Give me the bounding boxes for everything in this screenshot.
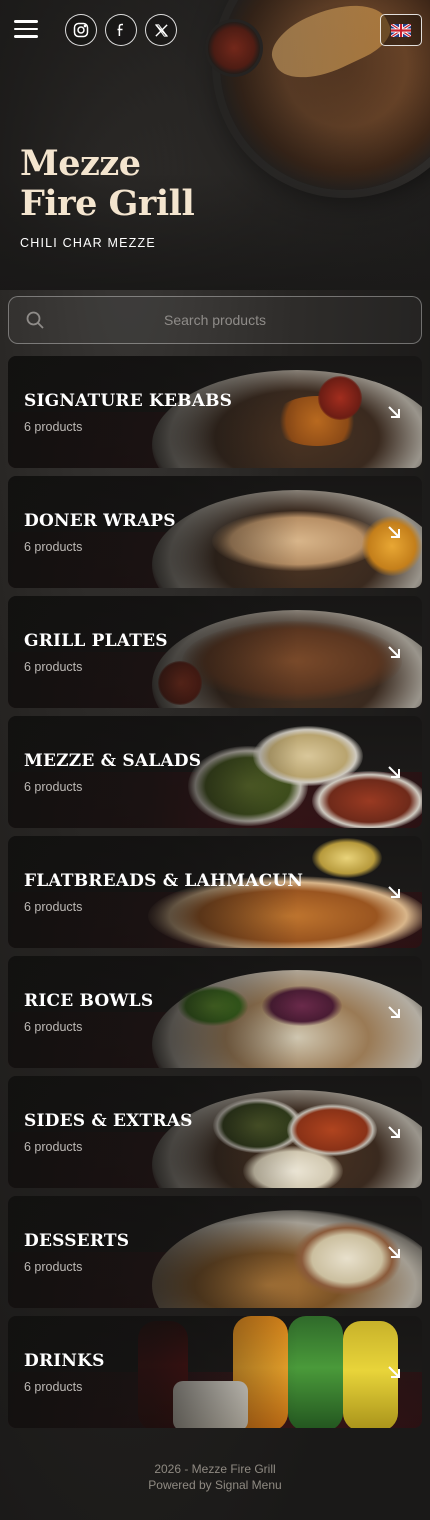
- category-title: DESSERTS: [24, 1231, 130, 1251]
- arrow-down-right-icon: [388, 1006, 400, 1018]
- arrow-down-right-icon: [388, 1366, 400, 1378]
- category-count: 6 products: [24, 1380, 83, 1394]
- category-card-rice-bowls[interactable]: RICE BOWLS 6 products: [8, 956, 422, 1068]
- category-list: SIGNATURE KEBABS 6 products DONER WRAPS …: [8, 356, 422, 1436]
- category-title: DONER WRAPS: [24, 511, 176, 531]
- category-title: MEZZE & SALADS: [24, 751, 202, 771]
- category-count: 6 products: [24, 780, 83, 794]
- facebook-icon[interactable]: [105, 14, 137, 46]
- x-twitter-icon[interactable]: [145, 14, 177, 46]
- category-card-mezze-salads[interactable]: MEZZE & SALADS 6 products: [8, 716, 422, 828]
- restaurant-name: Mezze Fire Grill: [20, 144, 280, 224]
- arrow-down-right-icon: [388, 1126, 400, 1138]
- category-title: SIGNATURE KEBABS: [24, 391, 233, 411]
- category-card-desserts[interactable]: DESSERTS 6 products: [8, 1196, 422, 1308]
- top-bar: [0, 0, 430, 62]
- language-selector[interactable]: [380, 14, 422, 46]
- search-box: [8, 296, 422, 344]
- category-count: 6 products: [24, 1020, 83, 1034]
- category-card-signature-kebabs[interactable]: SIGNATURE KEBABS 6 products: [8, 356, 422, 468]
- category-title: DRINKS: [24, 1351, 105, 1371]
- category-card-grill-plates[interactable]: GRILL PLATES 6 products: [8, 596, 422, 708]
- arrow-down-right-icon: [388, 526, 400, 538]
- footer-copyright: 2026 - Mezze Fire Grill: [154, 1462, 276, 1476]
- category-count: 6 products: [24, 900, 83, 914]
- brand-line-2: Fire Grill: [20, 183, 195, 224]
- category-title: RICE BOWLS: [24, 991, 154, 1011]
- arrow-down-right-icon: [388, 1246, 400, 1258]
- category-count: 6 products: [24, 1260, 83, 1274]
- hamburger-menu-icon[interactable]: [14, 20, 38, 40]
- brand-line-1: Mezze: [20, 143, 141, 184]
- menu-page: Mezze Fire Grill CHILI CHAR MEZZE SIGNAT…: [0, 0, 430, 1520]
- category-card-sides-extras[interactable]: SIDES & EXTRAS 6 products: [8, 1076, 422, 1188]
- search-input[interactable]: [9, 297, 421, 343]
- category-title: SIDES & EXTRAS: [24, 1111, 193, 1131]
- category-card-doner-wraps[interactable]: DONER WRAPS 6 products: [8, 476, 422, 588]
- footer-powered-by-link[interactable]: Powered by Signal Menu: [0, 1477, 430, 1493]
- category-title: GRILL PLATES: [24, 631, 168, 651]
- category-count: 6 products: [24, 420, 83, 434]
- arrow-down-right-icon: [388, 646, 400, 658]
- category-card-drinks[interactable]: DRINKS 6 products: [8, 1316, 422, 1428]
- tagline: CHILI CHAR MEZZE: [20, 236, 156, 250]
- uk-flag-icon: [391, 23, 411, 37]
- footer: 2026 - Mezze Fire Grill Powered by Signa…: [0, 1461, 430, 1493]
- arrow-down-right-icon: [388, 406, 400, 418]
- category-count: 6 products: [24, 660, 83, 674]
- arrow-down-right-icon: [388, 886, 400, 898]
- arrow-down-right-icon: [388, 766, 400, 778]
- category-count: 6 products: [24, 1140, 83, 1154]
- category-title: FLATBREADS & LAHMACUN: [24, 871, 304, 891]
- instagram-icon[interactable]: [65, 14, 97, 46]
- category-count: 6 products: [24, 540, 83, 554]
- category-card-flatbreads-lahmacun[interactable]: FLATBREADS & LAHMACUN 6 products: [8, 836, 422, 948]
